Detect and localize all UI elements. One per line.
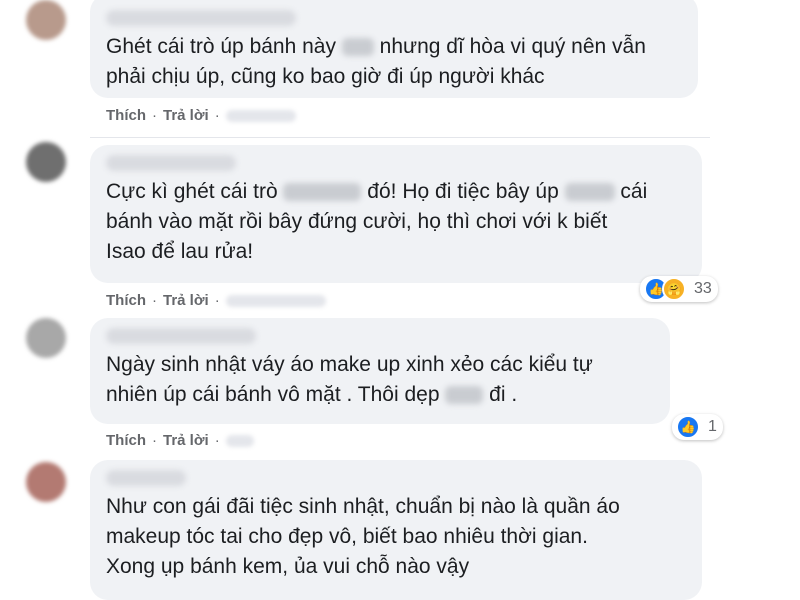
separator: · — [152, 292, 157, 309]
blurred-text — [564, 183, 615, 202]
reaction-summary[interactable]: 👍 🤗 33 — [640, 276, 718, 302]
like-link[interactable]: Thích — [106, 292, 146, 309]
author-name[interactable] — [106, 470, 186, 486]
blurred-text — [341, 38, 374, 57]
blurred-text — [445, 386, 484, 405]
avatar[interactable] — [26, 0, 66, 40]
avatar[interactable] — [26, 142, 66, 182]
comment-bubble: Ngày sinh nhật váy áo make up xinh xẻo c… — [90, 318, 670, 424]
reaction-count: 1 — [708, 418, 717, 435]
timestamp[interactable] — [225, 109, 296, 122]
timestamp[interactable] — [225, 294, 326, 307]
like-link[interactable]: Thích — [106, 107, 146, 124]
reaction-count: 33 — [694, 280, 712, 297]
separator: · — [214, 107, 220, 124]
timestamp[interactable] — [225, 434, 254, 447]
like-link[interactable]: Thích — [106, 432, 146, 449]
separator: · — [152, 432, 157, 449]
comment-bubble: Cực kì ghét cái trò đó! Họ đi tiệc bây ú… — [90, 145, 702, 283]
comment-text: Ngày sinh nhật váy áo make up xinh xẻo c… — [106, 353, 593, 406]
comment-text: Ghét cái trò úp bánh này nhưng dĩ hòa vi… — [106, 35, 646, 88]
reply-link[interactable]: Trả lời — [163, 432, 209, 449]
comment-text: Như con gái đãi tiệc sinh nhật, chuẩn bị… — [106, 495, 620, 578]
separator: · — [214, 292, 220, 309]
separator: · — [214, 432, 220, 449]
avatar[interactable] — [26, 462, 66, 502]
divider — [90, 137, 710, 138]
reply-link[interactable]: Trả lời — [163, 292, 209, 309]
separator: · — [152, 107, 157, 124]
comment-bubble: Như con gái đãi tiệc sinh nhật, chuẩn bị… — [90, 460, 702, 600]
blurred-text — [283, 183, 362, 202]
reaction-summary[interactable]: 👍 1 — [672, 414, 723, 440]
comment-text: Cực kì ghét cái trò đó! Họ đi tiệc bây ú… — [106, 180, 648, 263]
avatar[interactable] — [26, 318, 66, 358]
author-name[interactable] — [106, 328, 256, 344]
care-icon: 🤗 — [662, 277, 686, 301]
reply-link[interactable]: Trả lời — [163, 107, 209, 124]
author-name[interactable] — [106, 155, 236, 171]
like-icon: 👍 — [676, 415, 700, 439]
comment-actions: Thích · Trả lời · — [106, 292, 326, 309]
comment-actions: Thích · Trả lời · — [106, 107, 296, 124]
comment-bubble: Ghét cái trò úp bánh này nhưng dĩ hòa vi… — [90, 0, 698, 98]
author-name[interactable] — [106, 10, 296, 26]
comment-actions: Thích · Trả lời · — [106, 432, 254, 449]
